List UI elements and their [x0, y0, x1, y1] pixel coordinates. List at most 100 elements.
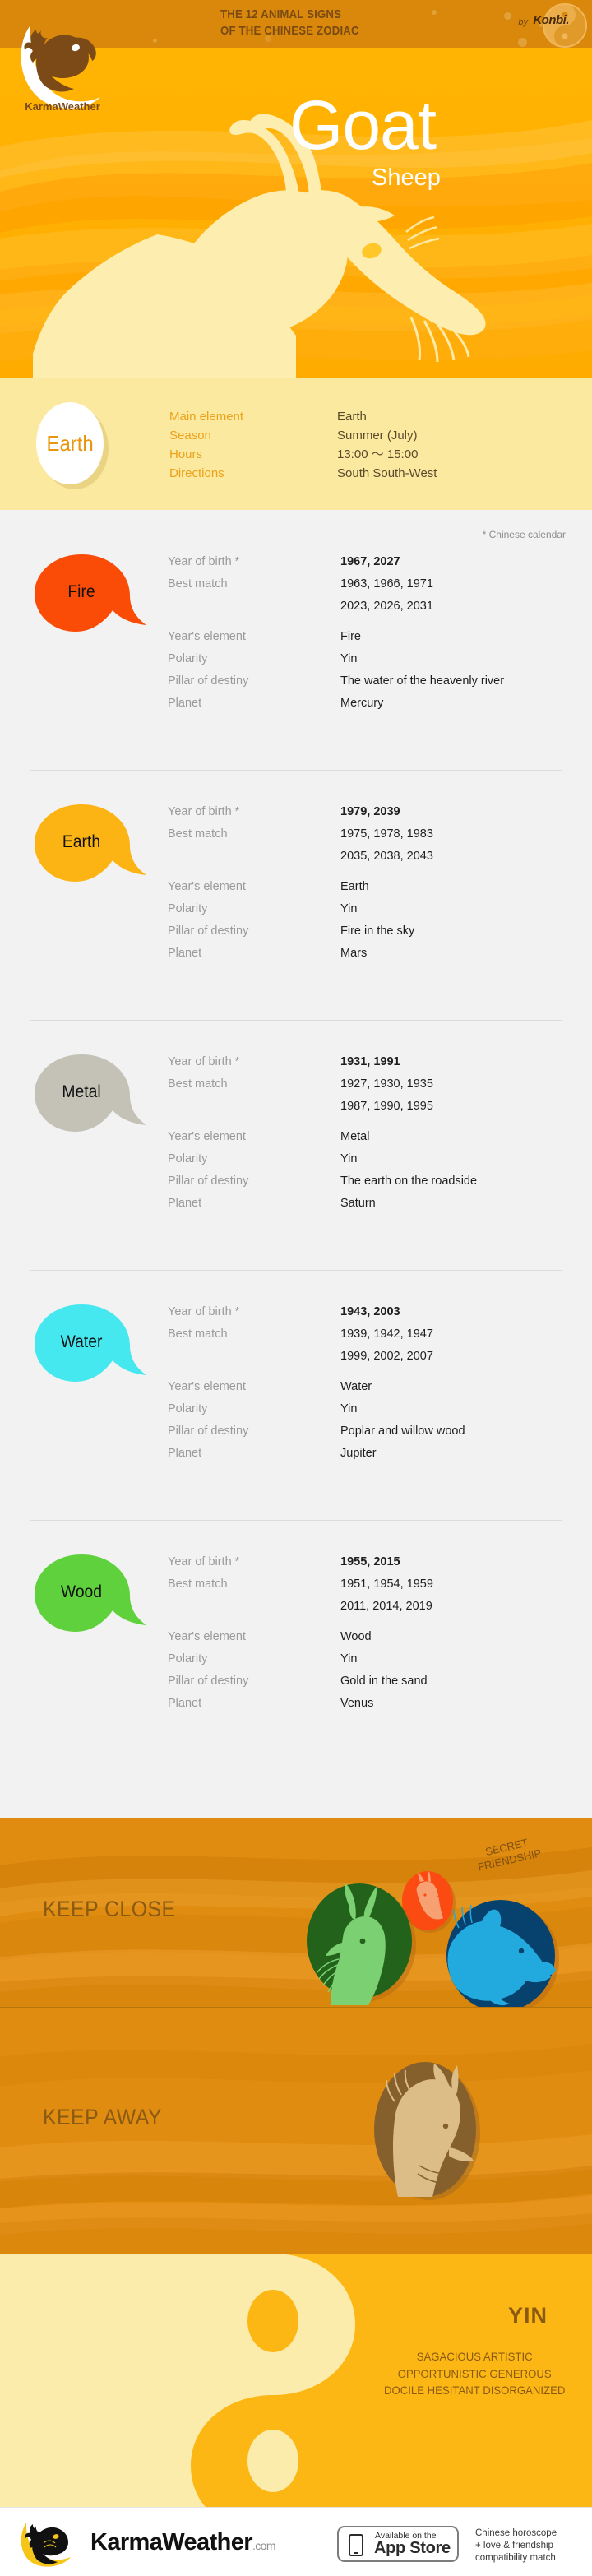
- element-bubble-wood: Wood: [33, 1553, 164, 1639]
- band-background-waves: [0, 2008, 592, 2254]
- keep-close-label: KEEP CLOSE: [43, 1897, 176, 1921]
- element-rows: Year of birth * 1979, 2039 Best match 1975…: [168, 801, 579, 965]
- row-key: Planet: [168, 697, 202, 710]
- row-key: Year's element: [168, 1630, 246, 1643]
- row-key: Planet: [168, 1447, 202, 1460]
- pig-icon: [446, 1900, 559, 2007]
- row-key: Pillar of destiny: [168, 674, 249, 688]
- summary-value: South South-West: [337, 466, 437, 480]
- karmaweather-logo[interactable]: KarmaWeather: [15, 18, 110, 117]
- element-bubble-label: Fire: [67, 582, 95, 601]
- row-best-match: Best match 1927, 1930, 1935: [168, 1073, 579, 1096]
- row-value: The earth on the roadside: [340, 1174, 478, 1188]
- row-value: Mars: [340, 947, 368, 960]
- row-polarity: Polarity Yin: [168, 898, 579, 920]
- summary-row: Hours 13:00 ～ 15:00: [169, 445, 437, 464]
- summary-rows: Main element Earth Season Summer (July) Ho…: [169, 407, 437, 483]
- element-block-wood: Wood Year of birth * 1955, 2015 Best matc…: [0, 1546, 592, 1777]
- summary-value: 13:00 ～ 15:00: [337, 447, 419, 461]
- row-key: Pillar of destiny: [168, 924, 249, 938]
- calendar-note: * Chinese calendar: [482, 529, 566, 540]
- row-years-element: Year's element Metal: [168, 1126, 579, 1148]
- row-pillar: Pillar of destiny Gold in the sand: [168, 1670, 579, 1693]
- row-value: Yin: [340, 652, 358, 665]
- decor-dot: [432, 10, 437, 15]
- row-value: Fire: [340, 630, 361, 643]
- row-best-match: Best match 1975, 1978, 1983: [168, 823, 579, 846]
- row-value: Saturn: [340, 1197, 376, 1210]
- row-pillar: Pillar of destiny The water of the heaven…: [168, 670, 579, 693]
- hero-title: Goat: [289, 86, 437, 164]
- decor-dot: [518, 38, 527, 47]
- keep-close-animal-pig[interactable]: [442, 1900, 564, 2007]
- keep-close-animal-rabbit[interactable]: [303, 1882, 419, 2007]
- row-value: 1931, 1991: [340, 1055, 400, 1068]
- element-block-water: Water Year of birth * 1943, 2003 Best mat…: [0, 1296, 592, 1527]
- row-key: Year of birth *: [168, 1305, 240, 1318]
- row-value: Poplar and willow wood: [340, 1425, 465, 1438]
- row-pillar: Pillar of destiny The earth on the roadsi…: [168, 1170, 579, 1193]
- element-bubble-label: Water: [60, 1332, 103, 1351]
- summary-panel: Earth Main element Earth Season Summer (Ju…: [0, 378, 592, 510]
- row-value: 2035, 2038, 2043: [340, 850, 433, 863]
- row-key: Best match: [168, 577, 228, 591]
- summary-key: Directions: [169, 466, 224, 480]
- row-value: Metal: [340, 1130, 370, 1143]
- element-bubble-label: Wood: [60, 1582, 103, 1601]
- keep-away-label: KEEP AWAY: [43, 2105, 162, 2129]
- row-key: Planet: [168, 1697, 202, 1710]
- keep-away-animal-ox[interactable]: [370, 2059, 488, 2205]
- row-polarity: Polarity Yin: [168, 1648, 579, 1670]
- row-key: Pillar of destiny: [168, 1425, 249, 1438]
- row-year-of-birth: Year of birth * 1967, 2027: [168, 551, 579, 573]
- row-years-element: Year's element Water: [168, 1376, 579, 1398]
- footer-brand-name: KarmaWeather: [90, 2529, 253, 2555]
- row-value: Water: [340, 1380, 372, 1393]
- row-value: Gold in the sand: [340, 1675, 428, 1688]
- element-rows: Year of birth * 1967, 2027 Best match 1963…: [168, 551, 579, 715]
- row-value: 1999, 2002, 2007: [340, 1350, 433, 1363]
- row-value: 1955, 2015: [340, 1555, 400, 1568]
- row-key: Year of birth *: [168, 1055, 240, 1068]
- row-planet: Planet Venus: [168, 1693, 579, 1715]
- summary-key: Main element: [169, 410, 244, 424]
- ox-icon: [374, 2062, 480, 2200]
- row-key: Year of birth *: [168, 805, 240, 818]
- row-value: Yin: [340, 902, 358, 915]
- row-key: Polarity: [168, 652, 208, 665]
- row-key: Pillar of destiny: [168, 1174, 249, 1188]
- rabbit-icon: [307, 1883, 416, 2005]
- row-planet: Planet Jupiter: [168, 1443, 579, 1465]
- decor-dot: [504, 12, 511, 20]
- row-polarity: Polarity Yin: [168, 1148, 579, 1170]
- row-value: The water of the heavenly river: [340, 674, 505, 688]
- footer-brand-suffix: .com: [252, 2539, 276, 2552]
- header-title-line2: OF THE CHINESE ZODIAC: [220, 24, 359, 38]
- row-value: 1975, 1978, 1983: [340, 827, 433, 841]
- row-value: Jupiter: [340, 1447, 377, 1460]
- element-bubble-fire: Fire: [33, 553, 164, 639]
- decor-dot: [153, 39, 157, 43]
- element-bubble-earth: Earth: [33, 803, 164, 889]
- row-value: Mercury: [340, 697, 384, 710]
- summary-key: Season: [169, 429, 211, 442]
- row-value: 2011, 2014, 2019: [340, 1600, 432, 1613]
- row-value: 1943, 2003: [340, 1305, 400, 1318]
- row-year-of-birth: Year of birth * 1979, 2039: [168, 801, 579, 823]
- footer-logo[interactable]: [18, 2519, 86, 2567]
- element-rows: Year of birth * 1943, 2003 Best match 1939…: [168, 1301, 579, 1465]
- row-key: Year's element: [168, 630, 246, 643]
- footer-brand[interactable]: KarmaWeather.com: [90, 2529, 276, 2556]
- footer: KarmaWeather.com Available on the App St…: [0, 2507, 592, 2576]
- row-key: Planet: [168, 947, 202, 960]
- row-key: Planet: [168, 1197, 202, 1210]
- row-key: Best match: [168, 827, 228, 841]
- row-divider: [30, 1020, 562, 1021]
- row-years-element: Year's element Fire: [168, 626, 579, 648]
- yin-title: YIN: [507, 2303, 548, 2328]
- row-years-element: Year's element Earth: [168, 876, 579, 898]
- logo-wordmark: KarmaWeather: [25, 100, 100, 113]
- summary-row: Main element Earth: [169, 407, 437, 426]
- row-best-match-2: 2035, 2038, 2043: [168, 846, 579, 868]
- app-store-badge[interactable]: Available on the App Store: [337, 2526, 459, 2562]
